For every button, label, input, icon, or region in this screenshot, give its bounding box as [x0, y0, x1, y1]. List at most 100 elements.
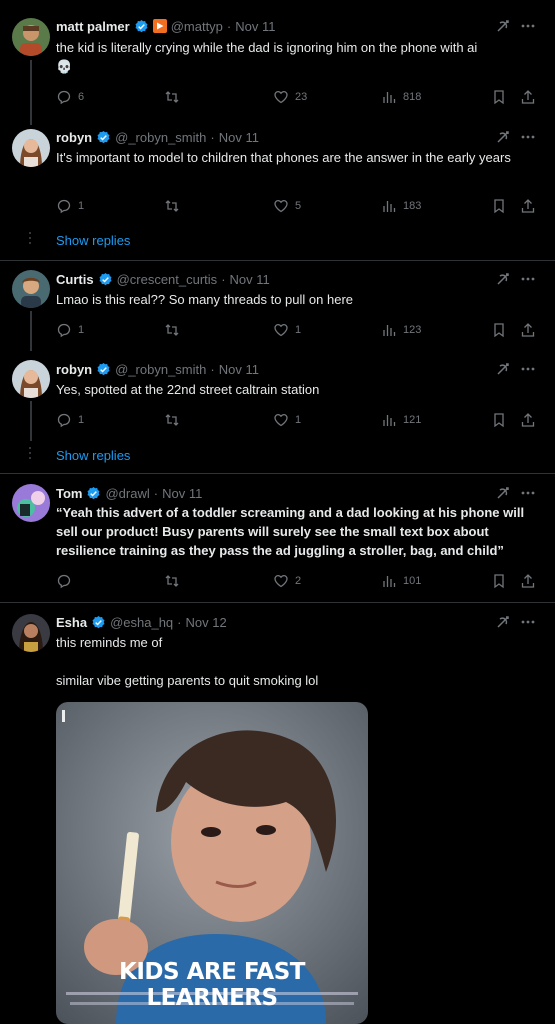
- show-replies-link[interactable]: Show replies: [56, 233, 130, 248]
- more-icon[interactable]: [520, 361, 536, 377]
- display-name[interactable]: Curtis: [56, 272, 94, 287]
- reply-button[interactable]: 6: [56, 87, 84, 107]
- reply-button[interactable]: 1: [56, 196, 84, 216]
- verified-badge-icon: [96, 130, 111, 145]
- views-button[interactable]: 121: [381, 410, 421, 430]
- retweet-button[interactable]: [164, 87, 180, 107]
- display-name[interactable]: robyn: [56, 130, 92, 145]
- bookmark-icon: [494, 413, 504, 428]
- separator: ·: [210, 361, 215, 377]
- bookmark-button[interactable]: [491, 87, 507, 107]
- handle[interactable]: @_robyn_smith: [115, 362, 206, 377]
- handle[interactable]: @_robyn_smith: [115, 130, 206, 145]
- views-button[interactable]: 183: [381, 196, 421, 216]
- more-icon[interactable]: [520, 485, 536, 501]
- bookmark-button[interactable]: [491, 410, 507, 430]
- like-button[interactable]: 1: [273, 410, 301, 430]
- thread-line: [30, 311, 32, 351]
- views-count: 123: [403, 324, 422, 336]
- handle[interactable]: @esha_hq: [110, 615, 173, 630]
- grok-icon[interactable]: [495, 18, 511, 34]
- like-button[interactable]: 1: [273, 320, 301, 340]
- bookmark-button[interactable]: [491, 320, 507, 340]
- verified-badge-icon: [96, 362, 111, 377]
- more-icon[interactable]: [520, 129, 536, 145]
- grok-icon[interactable]: [495, 271, 511, 287]
- like-button[interactable]: 2: [273, 571, 301, 591]
- heart-icon: [274, 90, 288, 104]
- avatar[interactable]: [12, 614, 50, 652]
- verified-badge-icon: [98, 272, 113, 287]
- timestamp[interactable]: Nov 11: [219, 130, 259, 145]
- reply-icon: [57, 199, 71, 214]
- reply-button[interactable]: 1: [56, 410, 84, 430]
- retweet-button[interactable]: [164, 571, 180, 591]
- affiliate-badge-icon: [152, 19, 167, 33]
- tweet-text: It's important to model to children that…: [56, 150, 511, 165]
- avatar[interactable]: [12, 484, 50, 522]
- tweet-media-image[interactable]: KIDS ARE FAST LEARNERS: [56, 702, 368, 1024]
- display-name[interactable]: Tom: [56, 486, 82, 501]
- share-button[interactable]: [520, 196, 536, 216]
- reply-button[interactable]: [56, 571, 72, 591]
- tweet-text: this reminds me of: [56, 635, 163, 650]
- bookmark-button[interactable]: [491, 196, 507, 216]
- tweet-curtis[interactable]: Curtis @crescent_curtis · Nov 11 Lmao is…: [0, 261, 555, 351]
- timestamp[interactable]: Nov 11: [162, 486, 202, 501]
- views-button[interactable]: 101: [381, 571, 421, 591]
- like-button[interactable]: 23: [273, 87, 307, 107]
- more-icon[interactable]: [520, 271, 536, 287]
- tweet-robyn-1[interactable]: robyn @_robyn_smith · Nov 11 It's import…: [0, 125, 555, 260]
- avatar[interactable]: [12, 18, 50, 56]
- show-replies-link[interactable]: Show replies: [56, 448, 130, 463]
- tweet-tom[interactable]: Tom @drawl · Nov 11 “Yeah this advert of…: [0, 474, 555, 602]
- more-icon[interactable]: [520, 18, 536, 34]
- retweet-icon: [165, 414, 179, 426]
- tweet-header: robyn @_robyn_smith · Nov 11: [56, 359, 259, 379]
- grok-icon[interactable]: [495, 129, 511, 145]
- bookmark-button[interactable]: [491, 571, 507, 591]
- tweet-text: “Yeah this advert of a toddler screaming…: [56, 505, 525, 558]
- separator: ·: [210, 129, 215, 145]
- like-count: 2: [295, 575, 302, 587]
- share-icon: [521, 199, 535, 213]
- avatar[interactable]: [12, 270, 50, 308]
- display-name[interactable]: matt palmer: [56, 19, 130, 34]
- views-button[interactable]: 123: [381, 320, 421, 340]
- reply-count: 1: [78, 324, 85, 336]
- timestamp[interactable]: Nov 11: [219, 362, 259, 377]
- retweet-button[interactable]: [164, 410, 180, 430]
- retweet-button[interactable]: [164, 196, 180, 216]
- grok-icon[interactable]: [495, 361, 511, 377]
- like-button[interactable]: 5: [273, 196, 301, 216]
- more-icon[interactable]: [520, 614, 536, 630]
- share-button[interactable]: [520, 571, 536, 591]
- tweet-header: Tom @drawl · Nov 11: [56, 483, 202, 503]
- action-bar: 2 101: [56, 571, 541, 591]
- display-name[interactable]: Esha: [56, 615, 87, 630]
- handle[interactable]: @mattyp: [171, 19, 223, 34]
- avatar[interactable]: [12, 129, 50, 167]
- tweet-header: Esha @esha_hq · Nov 12: [56, 612, 227, 632]
- tweet-robyn-2[interactable]: robyn @_robyn_smith · Nov 11 Yes, spotte…: [0, 351, 555, 473]
- share-button[interactable]: [520, 87, 536, 107]
- display-name[interactable]: robyn: [56, 362, 92, 377]
- timestamp[interactable]: Nov 11: [230, 272, 270, 287]
- timestamp[interactable]: Nov 12: [186, 615, 227, 630]
- retweet-button[interactable]: [164, 320, 180, 340]
- handle[interactable]: @crescent_curtis: [117, 272, 218, 287]
- share-button[interactable]: [520, 410, 536, 430]
- tweet-matt-palmer[interactable]: matt palmer @mattyp · Nov 11 the kid is …: [0, 0, 555, 125]
- handle[interactable]: @drawl: [105, 486, 149, 501]
- grok-icon[interactable]: [495, 485, 511, 501]
- share-button[interactable]: [520, 320, 536, 340]
- timestamp[interactable]: Nov 11: [235, 19, 275, 34]
- thread-dots: [29, 447, 31, 462]
- avatar[interactable]: [12, 360, 50, 398]
- views-button[interactable]: 818: [381, 87, 421, 107]
- retweet-icon: [165, 91, 179, 103]
- reply-button[interactable]: 1: [56, 320, 84, 340]
- retweet-icon: [165, 200, 179, 212]
- grok-icon[interactable]: [495, 614, 511, 630]
- heart-icon: [274, 199, 288, 213]
